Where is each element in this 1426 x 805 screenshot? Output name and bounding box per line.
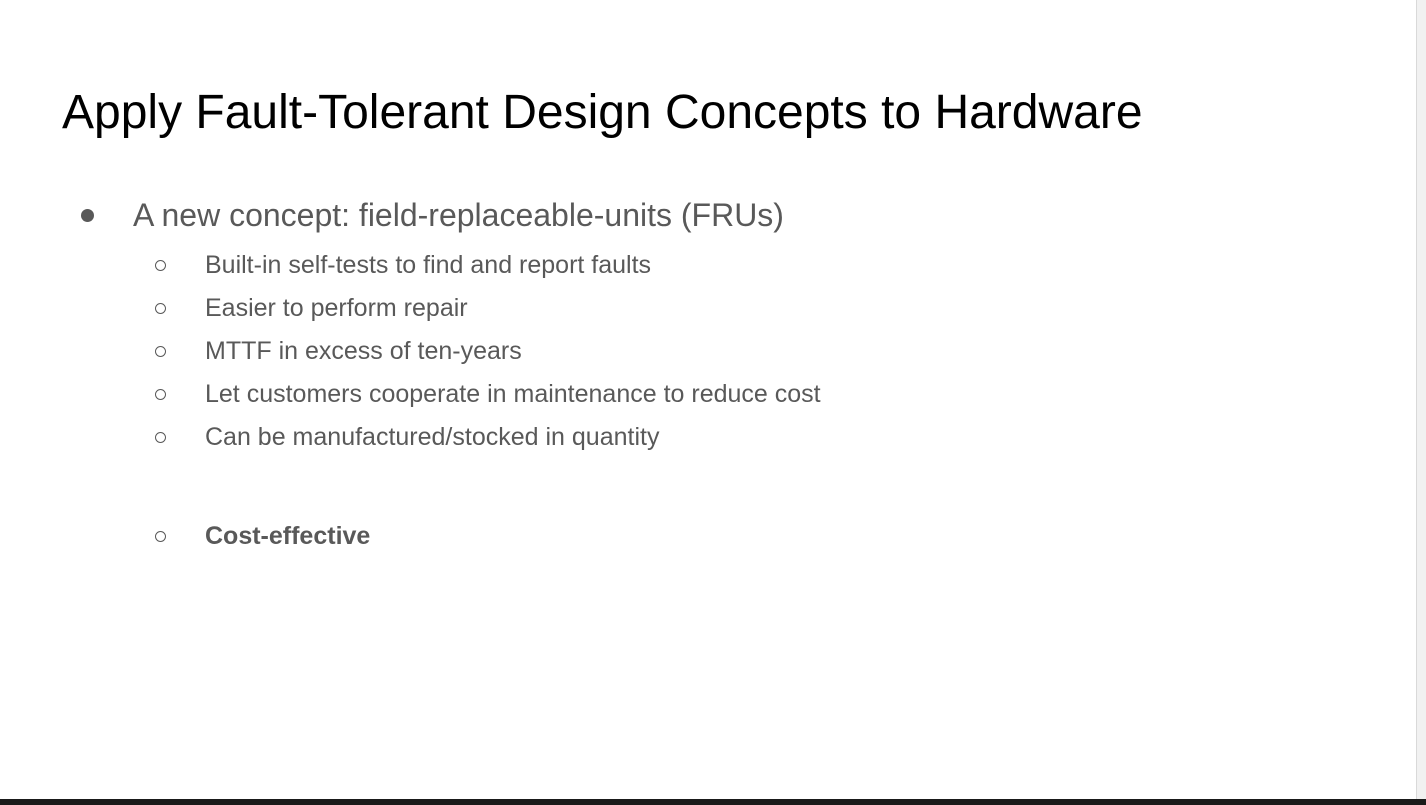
sub-bullet-label: Easier to perform repair [205, 293, 468, 322]
sub-bullet-item: Built-in self-tests to find and report f… [150, 249, 651, 281]
hollow-bullet-icon [155, 530, 166, 542]
hollow-bullet-icon [155, 345, 166, 357]
sub-bullet-label: Built-in self-tests to find and report f… [205, 250, 652, 279]
sub-bullet-item: MTTF in excess of ten-years [150, 335, 522, 367]
bottom-border [0, 799, 1426, 805]
filled-bullet-icon [81, 208, 94, 222]
sub-bullet-item: Easier to perform repair [150, 292, 468, 324]
sub-bullet-list: Built-in self-tests to find and report f… [150, 0, 1050, 600]
sub-bullet-item: Can be manufactured/stocked in quantity [150, 421, 659, 453]
sub-bullet-item: Let customers cooperate in maintenance t… [150, 378, 821, 410]
sub-bullet-label: MTTF in excess of ten-years [205, 336, 522, 365]
hollow-bullet-icon [155, 302, 166, 314]
slide: Apply Fault-Tolerant Design Concepts to … [0, 0, 1416, 799]
hollow-bullet-icon [155, 259, 166, 271]
hollow-bullet-icon [155, 388, 166, 400]
sub-bullet-label: Can be manufactured/stocked in quantity [205, 422, 660, 451]
sub-bullet-label: Let customers cooperate in maintenance t… [205, 379, 821, 408]
sub-bullet-item: Cost-effective [150, 520, 370, 552]
sub-bullet-label-bold: Cost-effective [205, 521, 371, 550]
hollow-bullet-icon [155, 431, 166, 443]
window-edge [1416, 0, 1426, 805]
